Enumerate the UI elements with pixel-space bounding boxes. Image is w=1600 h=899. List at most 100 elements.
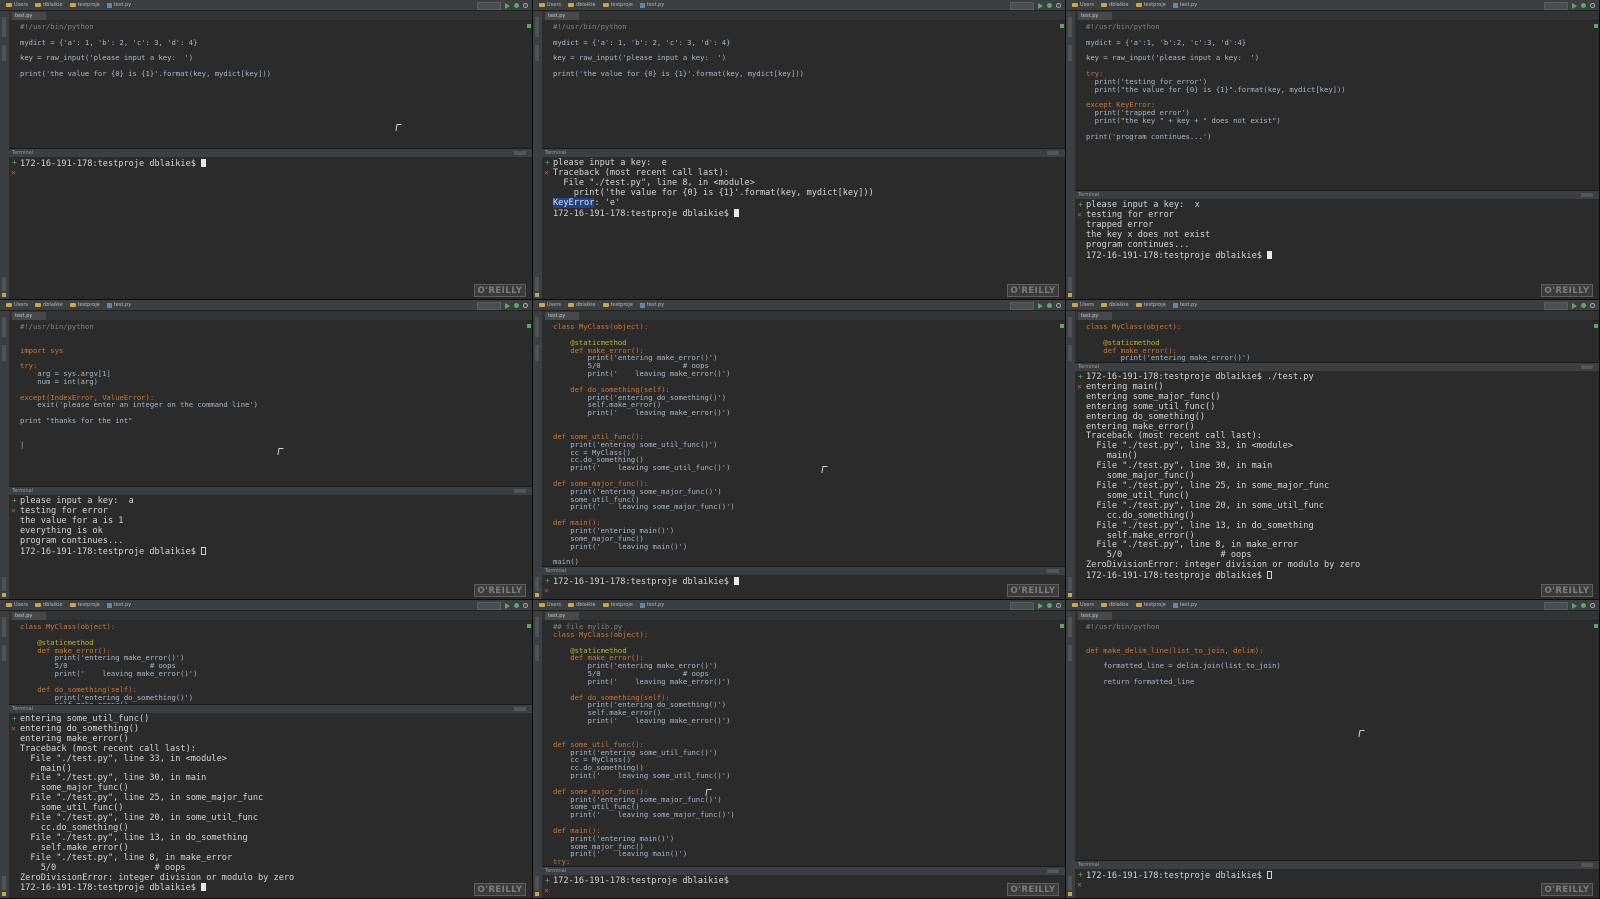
favorites-tool-button[interactable] (1068, 876, 1072, 890)
project-tool-button[interactable] (1068, 617, 1072, 637)
terminal-pane[interactable]: Terminal + ✕ 172-16-191-178:testproje dblai… (1075, 860, 1599, 898)
editor-tab[interactable]: test.py (545, 612, 579, 620)
breadcrumb-item[interactable]: testproje (1134, 2, 1168, 8)
breadcrumb-item[interactable]: test.py (1171, 302, 1199, 308)
breadcrumb-item[interactable]: dblaikie (33, 2, 65, 8)
breadcrumb-item[interactable]: dblaikie (33, 602, 65, 608)
run-icon[interactable] (505, 302, 510, 309)
terminal-settings-icon[interactable] (1581, 193, 1593, 197)
breadcrumb-item[interactable]: Users (537, 302, 563, 308)
breadcrumb-item[interactable]: Users (537, 602, 563, 608)
terminal-pane[interactable]: Terminal + ✕ 172-16-191-178:testproje dblai… (9, 148, 532, 299)
breadcrumb-item[interactable]: Users (4, 2, 30, 8)
editor-tab[interactable]: test.py (12, 312, 46, 320)
debug-icon[interactable] (1581, 303, 1586, 308)
run-configuration-select[interactable] (1544, 601, 1568, 610)
code-editor[interactable]: #!/usr/bin/python mydict = {'a':1, 'b':2… (1075, 20, 1598, 190)
breadcrumb-item[interactable]: dblaikie (566, 302, 598, 308)
favorites-tool-button[interactable] (2, 277, 6, 291)
project-tool-button[interactable] (1068, 317, 1072, 337)
terminal-settings-icon[interactable] (1581, 365, 1593, 369)
new-session-icon[interactable]: + (12, 497, 17, 505)
structure-tool-button[interactable] (535, 45, 539, 61)
run-icon[interactable] (1572, 602, 1577, 609)
search-icon[interactable] (1056, 603, 1061, 608)
close-session-icon[interactable]: ✕ (544, 887, 549, 895)
breadcrumb-item[interactable]: testproje (68, 302, 102, 308)
terminal-settings-icon[interactable] (1047, 151, 1059, 155)
breadcrumb-item[interactable]: test.py (638, 302, 666, 308)
breadcrumb-item[interactable]: test.py (638, 602, 666, 608)
breadcrumb-item[interactable]: test.py (1171, 602, 1199, 608)
search-icon[interactable] (1056, 3, 1061, 8)
structure-tool-button[interactable] (1068, 45, 1072, 61)
terminal-settings-icon[interactable] (1581, 863, 1593, 867)
new-session-icon[interactable]: + (545, 577, 550, 585)
breadcrumb-item[interactable]: test.py (1171, 2, 1199, 8)
close-session-icon[interactable]: ✕ (1077, 211, 1082, 219)
run-configuration-select[interactable] (1544, 301, 1568, 310)
debug-icon[interactable] (1047, 303, 1052, 308)
terminal-pane[interactable]: Terminal + ✕ 172-16-191-178:testproje dblai… (1075, 362, 1599, 599)
breadcrumb-item[interactable]: test.py (105, 2, 133, 8)
editor-tab[interactable]: test.py (1078, 12, 1112, 20)
close-session-icon[interactable]: ✕ (1077, 383, 1082, 391)
breadcrumb-item[interactable]: testproje (1134, 602, 1168, 608)
run-icon[interactable] (505, 2, 510, 9)
run-icon[interactable] (1038, 2, 1043, 9)
breadcrumb-item[interactable]: dblaikie (1099, 302, 1131, 308)
new-session-icon[interactable]: + (12, 159, 17, 167)
new-session-icon[interactable]: + (545, 159, 550, 167)
structure-tool-button[interactable] (535, 345, 539, 361)
code-editor[interactable]: class MyClass(object): @staticmethod def… (9, 620, 531, 709)
terminal-settings-icon[interactable] (1047, 869, 1059, 873)
structure-tool-button[interactable] (535, 645, 539, 661)
breadcrumb-item[interactable]: test.py (638, 2, 666, 8)
terminal-pane[interactable]: Terminal + ✕ please input a key: a testing f… (9, 486, 532, 599)
editor-tab[interactable]: test.py (12, 612, 46, 620)
breadcrumb-item[interactable]: testproje (68, 602, 102, 608)
code-editor[interactable]: #!/usr/bin/python import sys try: arg = … (9, 320, 531, 486)
breadcrumb-item[interactable]: testproje (68, 2, 102, 8)
breadcrumb-item[interactable]: Users (1070, 2, 1096, 8)
structure-tool-button[interactable] (1068, 645, 1072, 661)
favorites-tool-button[interactable] (1068, 277, 1072, 291)
search-icon[interactable] (523, 603, 528, 608)
terminal-pane[interactable]: Terminal + ✕ 172-16-191-178:testproje dblai… (542, 866, 1065, 898)
run-configuration-select[interactable] (477, 301, 501, 310)
structure-tool-button[interactable] (1068, 345, 1072, 361)
terminal-settings-icon[interactable] (514, 151, 526, 155)
favorites-tool-button[interactable] (535, 277, 539, 291)
project-tool-button[interactable] (2, 317, 6, 337)
close-session-icon[interactable]: ✕ (544, 169, 549, 177)
search-icon[interactable] (1590, 303, 1595, 308)
new-session-icon[interactable]: + (1078, 373, 1083, 381)
search-icon[interactable] (523, 303, 528, 308)
editor-tab[interactable]: test.py (545, 312, 579, 320)
code-editor[interactable]: class MyClass(object): @staticmethod def… (1075, 320, 1598, 370)
run-icon[interactable] (1038, 602, 1043, 609)
code-editor[interactable]: #!/usr/bin/python def make_delim_line(li… (1075, 620, 1598, 860)
breadcrumb-item[interactable]: Users (4, 302, 30, 308)
breadcrumb-item[interactable]: testproje (601, 2, 635, 8)
new-session-icon[interactable]: + (1078, 201, 1083, 209)
terminal-pane[interactable]: Terminal + ✕ 172-16-191-178:testproje dblai… (542, 566, 1065, 599)
breadcrumb-item[interactable]: test.py (105, 302, 133, 308)
breadcrumb-item[interactable]: dblaikie (1099, 2, 1131, 8)
project-tool-button[interactable] (535, 617, 539, 637)
structure-tool-button[interactable] (2, 45, 6, 61)
run-icon[interactable] (1038, 302, 1043, 309)
code-editor[interactable]: #!/usr/bin/python mydict = {'a': 1, 'b':… (542, 20, 1064, 148)
breadcrumb-item[interactable]: Users (1070, 602, 1096, 608)
run-icon[interactable] (1572, 2, 1577, 9)
terminal-pane[interactable]: Terminal + ✕ please input a key: e Traceback… (542, 148, 1065, 299)
run-configuration-select[interactable] (477, 1, 501, 10)
run-configuration-select[interactable] (1544, 1, 1568, 10)
search-icon[interactable] (1590, 603, 1595, 608)
debug-icon[interactable] (514, 603, 519, 608)
terminal-settings-icon[interactable] (514, 489, 526, 493)
breadcrumb-item[interactable]: test.py (105, 602, 133, 608)
project-tool-button[interactable] (535, 17, 539, 37)
project-tool-button[interactable] (1068, 17, 1072, 37)
new-session-icon[interactable]: + (12, 715, 17, 723)
